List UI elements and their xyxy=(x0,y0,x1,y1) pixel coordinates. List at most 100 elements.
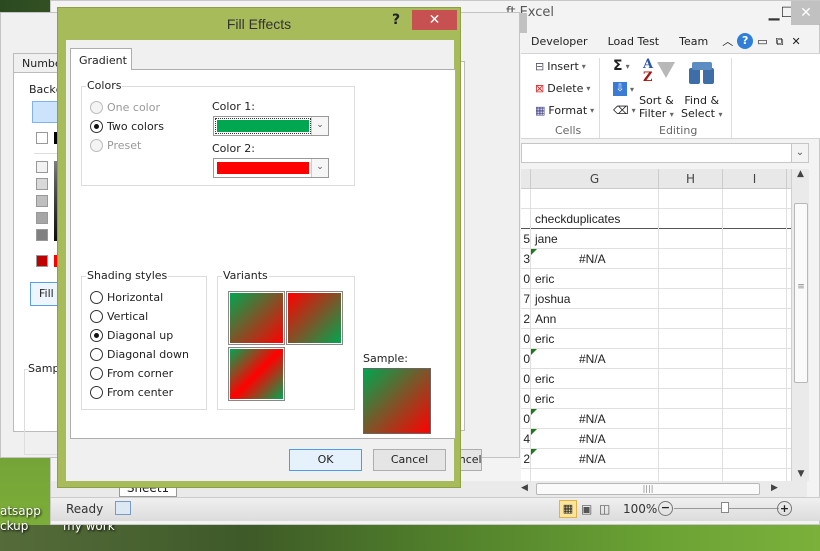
cell-g[interactable] xyxy=(531,189,659,209)
spreadsheet-grid[interactable]: G H I checkduplicates 5 jane 3 #N/A 0 eric 7 jos… xyxy=(521,169,807,489)
cell-h[interactable] xyxy=(659,229,723,249)
cell-f[interactable]: 3 xyxy=(521,249,531,269)
cell-g[interactable]: #N/A xyxy=(531,249,659,269)
cell-g[interactable]: jane xyxy=(531,229,659,249)
find-select-button[interactable]: Find & Select ▾ xyxy=(681,94,722,121)
normal-view-icon[interactable]: ▦ xyxy=(559,500,577,518)
scroll-thumb[interactable]: ≡ xyxy=(794,203,808,383)
formula-bar[interactable] xyxy=(521,143,809,163)
collapse-ribbon-icon[interactable]: ︿ xyxy=(718,33,737,53)
close-button[interactable]: ✕ xyxy=(791,1,820,25)
close-workbook-icon[interactable]: ✕ xyxy=(787,33,804,53)
restore-icon[interactable]: ⧉ xyxy=(772,33,788,53)
cell-g[interactable]: #N/A xyxy=(531,349,659,369)
column-header-g[interactable]: G xyxy=(531,169,659,189)
cell-g[interactable]: checkduplicates xyxy=(531,209,659,229)
cell-f[interactable]: 7 xyxy=(521,289,531,309)
tab-load-test[interactable]: Load Test xyxy=(598,33,670,53)
cell-f[interactable]: 0 xyxy=(521,369,531,389)
cell-i[interactable] xyxy=(723,229,787,249)
cell-h[interactable] xyxy=(659,389,723,409)
cell-f[interactable]: 0 xyxy=(521,389,531,409)
delete-button[interactable]: ⊠ Delete ▾ xyxy=(535,82,590,95)
cell-g[interactable]: #N/A xyxy=(531,449,659,469)
cell-f[interactable]: 0 xyxy=(521,349,531,369)
zoom-slider-handle[interactable] xyxy=(721,502,729,513)
cell-h[interactable] xyxy=(659,249,723,269)
variant-3[interactable] xyxy=(228,347,285,401)
cell-f[interactable]: 4 xyxy=(521,429,531,449)
cell-i[interactable] xyxy=(723,209,787,229)
column-header-h[interactable]: H xyxy=(659,169,723,189)
color-swatch[interactable] xyxy=(36,229,48,241)
radio-diagonal-up[interactable]: Diagonal up xyxy=(90,329,173,342)
color-swatch[interactable] xyxy=(36,212,48,224)
help-icon[interactable]: ? xyxy=(737,33,754,49)
desktop-icon-label[interactable]: atsapp xyxy=(0,504,41,518)
cell-h[interactable] xyxy=(659,429,723,449)
scroll-up-icon[interactable]: ▲ xyxy=(792,169,809,179)
page-break-view-icon[interactable]: ◫ xyxy=(599,502,610,516)
color1-dropdown[interactable]: ⌄ xyxy=(213,116,329,136)
cell-h[interactable] xyxy=(659,309,723,329)
ok-button[interactable]: OK xyxy=(289,449,362,471)
chevron-down-icon[interactable]: ⌄ xyxy=(311,117,328,135)
cell-i[interactable] xyxy=(723,189,787,209)
cell-h[interactable] xyxy=(659,409,723,429)
radio-two-colors[interactable]: Two colors xyxy=(90,120,164,133)
cell-h[interactable] xyxy=(659,289,723,309)
cell-f[interactable]: 2 xyxy=(521,449,531,469)
zoom-level[interactable]: 100% xyxy=(623,502,657,516)
cell-h[interactable] xyxy=(659,369,723,389)
zoom-in-icon[interactable]: + xyxy=(777,501,792,516)
color-swatch[interactable] xyxy=(36,178,48,190)
radio-diagonal-down[interactable]: Diagonal down xyxy=(90,348,189,361)
cell-i[interactable] xyxy=(723,269,787,289)
color-swatch[interactable] xyxy=(36,255,48,267)
cell-g[interactable]: eric xyxy=(531,389,659,409)
tab-number[interactable]: Number xyxy=(13,53,66,73)
cell-g[interactable]: eric xyxy=(531,369,659,389)
scroll-right-icon[interactable]: ▶ xyxy=(771,483,778,493)
cell-h[interactable] xyxy=(659,269,723,289)
cell-f[interactable]: 0 xyxy=(521,269,531,289)
vertical-scrollbar[interactable]: ▲ ≡ ▼ xyxy=(791,169,809,481)
cell-h[interactable] xyxy=(659,329,723,349)
cell-f[interactable]: 2 xyxy=(521,309,531,329)
autosum-button[interactable]: Σ ▾ xyxy=(613,58,630,74)
column-header-i[interactable]: I xyxy=(723,169,787,189)
cell-i[interactable] xyxy=(723,309,787,329)
fill-button[interactable]: ⇩ ▾ xyxy=(613,82,634,96)
cell-i[interactable] xyxy=(723,409,787,429)
tab-team[interactable]: Team xyxy=(669,33,718,53)
cell-f[interactable] xyxy=(521,209,531,229)
format-button[interactable]: ▦ Format ▾ xyxy=(535,104,594,117)
color-swatch[interactable] xyxy=(36,195,48,207)
help-button[interactable]: ? xyxy=(392,12,400,28)
cell-i[interactable] xyxy=(723,449,787,469)
expand-formula-bar-button[interactable]: ⌄ xyxy=(791,143,809,163)
cell-i[interactable] xyxy=(723,369,787,389)
radio-from-corner[interactable]: From corner xyxy=(90,367,173,380)
cell-i[interactable] xyxy=(723,249,787,269)
color-swatch[interactable] xyxy=(36,132,48,144)
cancel-button[interactable]: Cancel xyxy=(373,449,446,471)
variant-2[interactable] xyxy=(286,291,343,345)
cell-i[interactable] xyxy=(723,429,787,449)
macro-record-icon[interactable] xyxy=(115,501,131,515)
cell-h[interactable] xyxy=(659,189,723,209)
radio-from-center[interactable]: From center xyxy=(90,386,173,399)
horizontal-scrollbar[interactable]: ◀ |||| ▶ xyxy=(521,481,807,497)
scroll-down-icon[interactable]: ▼ xyxy=(792,469,810,479)
radio-preset[interactable]: Preset xyxy=(90,139,141,152)
tab-gradient[interactable]: Gradient xyxy=(70,48,132,70)
variant-1[interactable] xyxy=(228,291,285,345)
cell-h[interactable] xyxy=(659,349,723,369)
scroll-left-icon[interactable]: ◀ xyxy=(521,483,528,493)
cell-f[interactable] xyxy=(521,189,531,209)
page-layout-view-icon[interactable]: ▣ xyxy=(581,502,592,516)
zoom-out-icon[interactable]: − xyxy=(658,501,673,516)
radio-one-color[interactable]: One color xyxy=(90,101,160,114)
clear-button[interactable]: ⌫ ▾ xyxy=(613,104,636,117)
color2-dropdown[interactable]: ⌄ xyxy=(213,158,329,178)
